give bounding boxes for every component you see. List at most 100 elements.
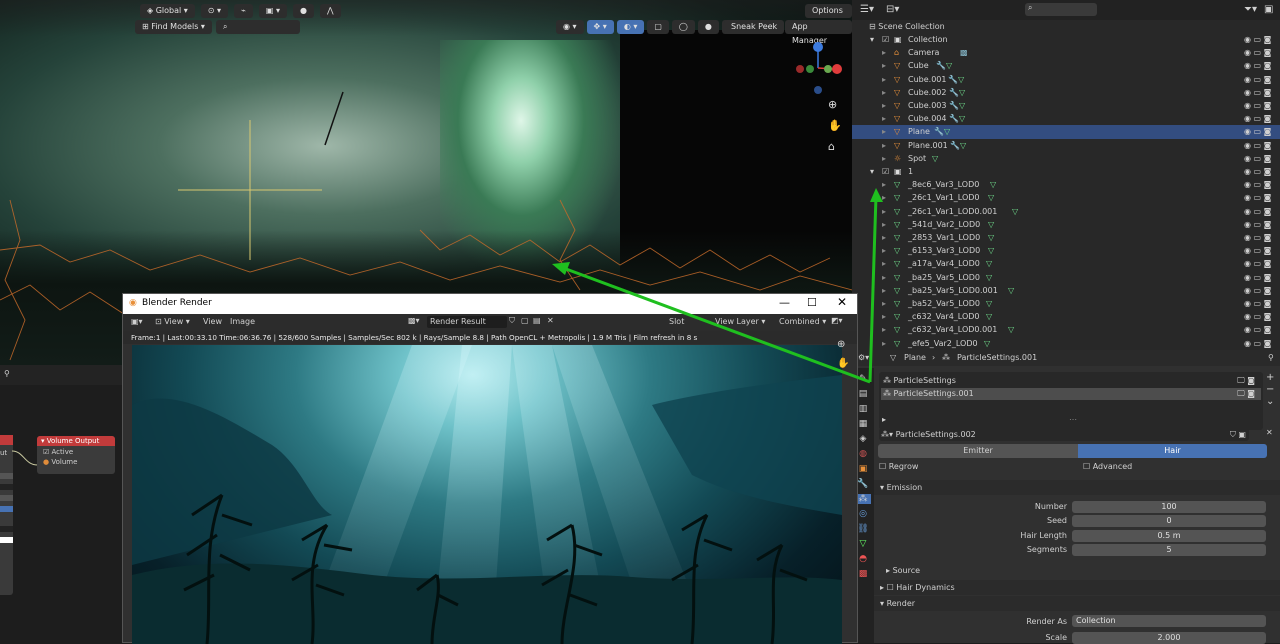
outliner-search[interactable]: ⌕ <box>1025 3 1097 16</box>
node-editor[interactable]: ⚲ ut ▾ Volume Output ☑ Active ● Volume <box>0 365 122 643</box>
type-hair-button[interactable]: Hair <box>1078 444 1267 458</box>
editor-type-icon[interactable]: ▣▾ <box>131 317 143 326</box>
expand-icon[interactable]: ▸ <box>882 86 886 99</box>
output-tab-icon[interactable]: ▥ <box>859 404 868 414</box>
view-mode-dropdown[interactable]: ⊡ View ▾ <box>155 317 190 326</box>
regrow-checkbox[interactable]: ☐ Regrow <box>879 462 918 471</box>
data-icon[interactable]: ▽ <box>986 271 992 284</box>
new-image-icon[interactable]: ▢ <box>521 316 529 325</box>
outliner[interactable]: ☰▾ ⊟▾ ⌕ ⏷▾ ▣ ⊟ Scene Collection ▾ ☑ ▣ Colle… <box>852 0 1280 350</box>
zoom-icon[interactable]: ⊕ <box>837 339 849 350</box>
expand-icon[interactable]: ▸ <box>882 191 886 204</box>
scale-field[interactable]: 2.000 <box>1072 632 1266 644</box>
xray-toggle[interactable]: ▢ <box>647 20 669 34</box>
maximize-button[interactable]: ☐ <box>807 296 817 309</box>
visibility-toggles[interactable]: ◉ ▭ ◙ <box>1244 271 1271 284</box>
data-icon[interactable]: ▽ <box>988 244 994 257</box>
modifier-data-icons[interactable]: 🔧▽ <box>948 73 964 86</box>
visibility-toggles[interactable]: ◉ ▭ ◙ <box>1244 73 1271 86</box>
data-icon[interactable]: ▽ <box>988 231 994 244</box>
data-icon[interactable]: ▽ <box>932 152 938 165</box>
hair-dynamics-panel-header[interactable]: ▸ ☐ Hair Dynamics <box>874 580 1280 595</box>
hair-length-field[interactable]: 0.5 m <box>1072 530 1266 542</box>
modifier-tab-icon[interactable]: 🔧 <box>857 479 868 489</box>
outliner-collection-row[interactable]: ▾ ☑ ▣ Collection ◉ ▭ ◙ <box>852 33 1280 46</box>
render-tab-icon[interactable]: ▤ <box>859 389 868 399</box>
display-channels-icon[interactable]: ◩▾ <box>831 316 843 325</box>
expand-icon[interactable]: ▸ <box>882 284 886 297</box>
visibility-toggles[interactable]: ◉ ▭ ◙ <box>1244 46 1271 59</box>
type-emitter-button[interactable]: Emitter <box>878 444 1078 458</box>
expand-icon[interactable]: ▸ <box>882 112 886 125</box>
data-icon[interactable]: ▽ <box>1012 205 1018 218</box>
data-icon[interactable]: ▽ <box>988 191 994 204</box>
texture-tab-icon[interactable]: ▩ <box>859 569 868 579</box>
visibility-toggles[interactable]: ◉ ▭ ◙ <box>1244 218 1271 231</box>
visibility-toggles[interactable]: ◉ ▭ ◙ <box>1244 231 1271 244</box>
find-models-dropdown[interactable]: ⊞ Find Models ▾ <box>135 20 212 34</box>
viewport-display-icon[interactable]: 🖵 ◙ <box>1237 388 1255 400</box>
image-menu[interactable]: Image <box>230 317 255 326</box>
particle-slots-list[interactable]: ⁂ ParticleSettings 🖵 ◙ ⁂ ParticleSetting… <box>879 372 1263 430</box>
minimize-button[interactable]: — <box>779 296 790 309</box>
editor-type-icon[interactable]: ☰▾ <box>860 4 874 15</box>
outliner-object-row[interactable]: ▸ ▽ Cube.003 🔧▽ ◉ ▭ ◙ <box>852 99 1280 112</box>
expand-icon[interactable]: ▸ <box>882 152 886 165</box>
outliner-object-row[interactable]: ▸ ▽ Cube.002 🔧▽ ◉ ▭ ◙ <box>852 86 1280 99</box>
scene-tab-icon[interactable]: ◈ <box>860 434 867 444</box>
proportional-edit-toggle[interactable]: ● <box>293 4 314 18</box>
overlay-toggle[interactable]: ◐ ▾ <box>616 20 645 34</box>
outliner-object-row[interactable]: ▸ ▽ Cube.004 🔧▽ ◉ ▭ ◙ <box>852 112 1280 125</box>
outliner-object-row[interactable]: ▸ ▽ _26c1_Var1_LOD0.001 ▽ ◉ ▭ ◙ <box>852 205 1280 218</box>
expand-icon[interactable]: ▸ <box>882 231 886 244</box>
pan-hand-icon[interactable]: ✋ <box>828 119 844 132</box>
outliner-object-row[interactable]: ▸ ▽ _ba52_Var5_LOD0 ▽ ◉ ▭ ◙ <box>852 297 1280 310</box>
visibility-toggles[interactable]: ◉ ▭ ◙ <box>1244 125 1271 138</box>
outliner-object-row[interactable]: ▸ ▽ Plane 🔧▽ ◉ ▭ ◙ <box>852 125 1280 139</box>
exclude-checkbox[interactable]: ☑ <box>882 165 889 178</box>
viewport-display-icon[interactable]: 🖵 ◙ <box>1237 375 1255 387</box>
outliner-object-row[interactable]: ▸ ▽ _ba25_Var5_LOD0 ▽ ◉ ▭ ◙ <box>852 271 1280 284</box>
particle-settings-datablock[interactable]: ⁂▾ ParticleSettings.002 ⛉ ▣ <box>879 428 1249 441</box>
visibility-toggles[interactable]: ◉ ▭ ◙ <box>1244 310 1271 323</box>
visibility-toggles[interactable]: ◉ ▭ ◙ <box>1244 99 1271 112</box>
expand-icon[interactable]: ▸ <box>882 205 886 218</box>
outliner-object-row[interactable]: ▸ ▽ _6153_Var3_LOD0 ▽ ◉ ▭ ◙ <box>852 244 1280 257</box>
add-slot-icon[interactable]: + <box>1266 372 1274 383</box>
visibility-toggles[interactable]: ◉ ▭ ◙ <box>1244 205 1271 218</box>
zoom-icon[interactable]: ⊕ <box>828 98 844 111</box>
expand-icon[interactable]: ▸ <box>882 297 886 310</box>
visibility-dropdown[interactable]: ◉ ▾ <box>556 20 584 34</box>
visibility-toggles[interactable]: ◉ ▭ ◙ <box>1244 257 1271 270</box>
expand-icon[interactable]: ▸ <box>882 73 886 86</box>
outliner-object-row[interactable]: ▸ ▽ _c632_Var4_LOD0 ▽ ◉ ▭ ◙ <box>852 310 1280 323</box>
data-icon[interactable]: ▽ <box>986 297 992 310</box>
remove-slot-icon[interactable]: − <box>1266 384 1274 395</box>
resize-handle[interactable]: ⋯ <box>1069 415 1077 424</box>
visibility-toggles[interactable]: ◉ ▭ ◙ <box>1244 86 1271 99</box>
data-icon[interactable]: ▽ <box>986 310 992 323</box>
filter-icon[interactable]: ⏷▾ <box>1244 4 1257 15</box>
expand-icon[interactable]: ▸ <box>882 271 886 284</box>
expand-icon[interactable]: ▾ <box>870 33 874 46</box>
outliner-object-row[interactable]: ▸ ▽ _2853_Var1_LOD0 ▽ ◉ ▭ ◙ <box>852 231 1280 244</box>
visibility-toggles[interactable]: ◉ ▭ ◙ <box>1244 244 1271 257</box>
options-dropdown[interactable]: Options ▾ <box>805 4 852 29</box>
visibility-toggles[interactable]: ◉ ▭ ◙ <box>1244 284 1271 297</box>
pass-dropdown[interactable]: Combined ▾ <box>779 317 829 326</box>
find-models-search[interactable]: ⌕ <box>215 20 300 34</box>
data-icon[interactable]: ▽ <box>986 257 992 270</box>
properties-editor[interactable]: ⚙▾ ▽ Plane › ⁂ ParticleSettings.001 ⚲ ✎ … <box>852 350 1280 644</box>
advanced-checkbox[interactable]: ☐ Advanced <box>1083 462 1132 471</box>
expand-icon[interactable]: ▸ <box>882 139 886 152</box>
image-browse-icon[interactable]: ▩▾ <box>408 316 420 325</box>
emission-panel-header[interactable]: ▾ Emission <box>874 480 1280 495</box>
expand-icon[interactable]: ▾ <box>870 165 874 178</box>
segments-field[interactable]: 5 <box>1072 544 1266 556</box>
visibility-toggles[interactable]: ◉ ▭ ◙ <box>1244 33 1271 46</box>
modifier-data-icons[interactable]: 🔧▽ <box>934 125 950 138</box>
volume-socket[interactable]: ● Volume <box>37 458 115 466</box>
outliner-object-row[interactable]: ▸ ▽ Cube 🔧▽ ◉ ▭ ◙ <box>852 59 1280 72</box>
outliner-object-row[interactable]: ▸ ▽ _26c1_Var1_LOD0 ▽ ◉ ▭ ◙ <box>852 191 1280 204</box>
physics-tab-icon[interactable]: ◎ <box>859 509 867 519</box>
